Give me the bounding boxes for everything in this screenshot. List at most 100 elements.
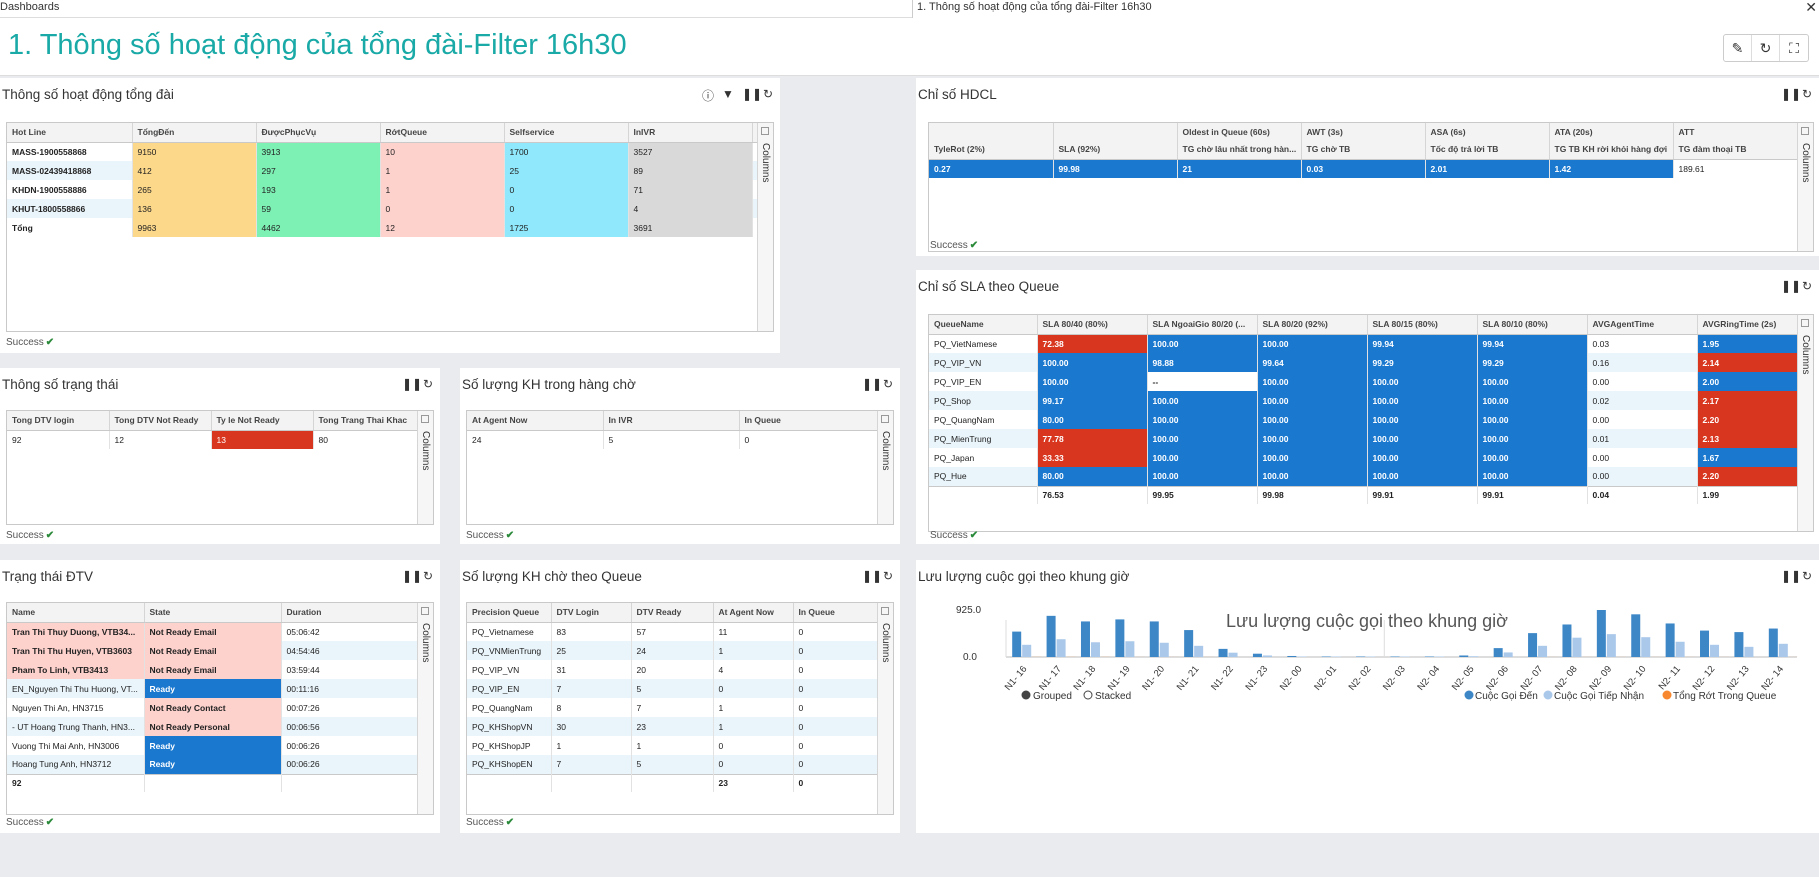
bar[interactable]	[1356, 656, 1366, 658]
bar[interactable]	[1022, 644, 1032, 657]
table-row[interactable]: PQ_VNMienTrung 25 24 1 0	[467, 641, 878, 660]
column-header[interactable]: DTV Login	[551, 603, 632, 623]
columns-toggle[interactable]: Columns	[1797, 315, 1813, 531]
table-row[interactable]: MASS-02439418868 412 297 1 25 89	[7, 161, 773, 180]
column-header[interactable]: TG chờ TB	[1301, 140, 1426, 160]
column-header[interactable]: AVGRingTime (2s)	[1697, 315, 1798, 335]
table-row[interactable]: 92 12 13 80	[7, 430, 418, 449]
legend-item[interactable]: Tổng Rớt Trong Queue	[1673, 690, 1777, 702]
column-header[interactable]: TổngĐến	[132, 123, 257, 143]
refresh-icon[interactable]: ↻	[882, 569, 894, 583]
bar[interactable]	[1768, 628, 1778, 657]
refresh-icon[interactable]: ↻	[422, 569, 434, 583]
bar[interactable]	[1459, 655, 1469, 657]
bar[interactable]	[1710, 644, 1720, 657]
bar[interactable]	[1228, 652, 1238, 657]
table-row[interactable]: PQ_KHShopJP 1 1 0 0	[467, 736, 878, 755]
bar[interactable]	[1778, 643, 1788, 657]
table-row[interactable]: PQ_KHShopVN 30 23 1 0	[467, 717, 878, 736]
table-row[interactable]: Vuong Thi Mai Anh, HN3006 Ready 00:06:26	[7, 736, 418, 755]
table-row[interactable]: PQ_Vietnamese 83 57 11 0	[467, 622, 878, 641]
column-header[interactable]: InIVR	[628, 123, 753, 143]
column-header[interactable]: Name	[7, 603, 145, 623]
pause-icon[interactable]: ❚❚	[402, 377, 422, 391]
table-row[interactable]: Tổng99634462121725369173	[7, 218, 773, 237]
column-header[interactable]: SLA NgoaiGio 80/20 (...	[1147, 315, 1258, 335]
bar[interactable]	[1194, 645, 1204, 657]
table-row[interactable]: Hoang Tung Anh, HN3712 Ready 00:06:26	[7, 755, 418, 774]
columns-toggle[interactable]: Columns	[877, 411, 893, 524]
column-header[interactable]: State	[144, 603, 282, 623]
bar[interactable]	[1606, 634, 1616, 657]
bar[interactable]	[1631, 614, 1641, 657]
column-header[interactable]: Selfservice	[504, 123, 629, 143]
column-header[interactable]: TG TB KH rời khỏi hàng đợi	[1549, 140, 1674, 160]
stacked-radio[interactable]	[1083, 690, 1093, 700]
pause-icon[interactable]: ❚❚	[1781, 87, 1801, 101]
column-header[interactable]: Tong DTV Not Ready	[109, 411, 212, 431]
bar[interactable]	[1046, 615, 1056, 657]
pause-icon[interactable]: ❚❚	[742, 87, 762, 104]
bar[interactable]	[1596, 610, 1606, 657]
pause-icon[interactable]: ❚❚	[402, 569, 422, 583]
table-row[interactable]: MASS-1900558868 9150 3913 10 1700 3527	[7, 142, 773, 161]
bar[interactable]	[1287, 655, 1297, 657]
bar[interactable]	[1493, 648, 1503, 657]
refresh-icon[interactable]: ↻	[1752, 35, 1780, 61]
column-header[interactable]: At Agent Now	[467, 411, 604, 431]
table-row[interactable]: Tran Thi Thu Huyen, VTB3603 Not Ready Ema…	[7, 641, 418, 660]
bar[interactable]	[1469, 656, 1479, 657]
refresh-icon[interactable]: ↻	[762, 87, 774, 104]
column-header[interactable]: Duration	[281, 603, 418, 623]
bar[interactable]	[1012, 631, 1022, 657]
table-row[interactable]: PQ_QuangNam 8 7 1 0	[467, 698, 878, 717]
refresh-icon[interactable]: ↻	[422, 377, 434, 391]
table-row[interactable]: PQ_QuangNam 80.00 100.00 100.00 100.00 100.00…	[929, 410, 1798, 429]
column-header[interactable]: RớtQueue	[380, 123, 505, 143]
bar[interactable]	[1252, 653, 1262, 657]
table-row[interactable]: PQ_VIP_EN 100.00 -- 100.00 100.00 100.00 0.00 2…	[929, 372, 1798, 391]
grouped-radio[interactable]	[1021, 690, 1031, 700]
table-row[interactable]: Tran Thi Thuy Duong, VTB34... Not Ready E…	[7, 622, 418, 641]
columns-toggle[interactable]: Columns	[1797, 123, 1813, 251]
bar[interactable]	[1434, 656, 1444, 658]
table-row[interactable]: KHUT-18005588661365900473	[7, 199, 773, 218]
column-header[interactable]: Tong Trang Thai Khac	[313, 411, 418, 431]
legend-item[interactable]: Cuộc Gọi Đến	[1475, 690, 1538, 702]
bar[interactable]	[1184, 630, 1194, 657]
bar[interactable]	[1700, 630, 1710, 657]
bar[interactable]	[1528, 633, 1538, 657]
bar[interactable]	[1125, 641, 1135, 657]
column-header[interactable]: ĐượcPhụcVụ	[256, 123, 381, 143]
column-header[interactable]: At Agent Now	[713, 603, 794, 623]
column-header[interactable]: Hot Line	[7, 123, 133, 143]
column-header[interactable]: Precision Queue	[467, 603, 552, 623]
bar[interactable]	[1218, 648, 1228, 657]
refresh-icon[interactable]: ↻	[1801, 279, 1813, 293]
column-header[interactable]: DTV Ready	[631, 603, 714, 623]
filter-icon[interactable]: ▼	[722, 87, 734, 104]
grouped-label[interactable]: Grouped	[1033, 691, 1072, 702]
table-row[interactable]: PQ_VIP_EN 7 5 0 0	[467, 679, 878, 698]
bar[interactable]	[1331, 656, 1341, 658]
breadcrumb[interactable]: Dashboards	[0, 1, 59, 13]
tab-dashboard[interactable]: 1. Thông số hoạt động của tổng đài-Filte…	[912, 0, 1819, 18]
refresh-icon[interactable]: ↻	[1801, 87, 1813, 101]
edit-icon[interactable]: ✎	[1724, 35, 1752, 61]
bar[interactable]	[1159, 642, 1169, 657]
info-icon[interactable]: ⓘ	[702, 87, 714, 104]
table-row[interactable]: Nguyen Thi An, HN3715 Not Ready Contact 00…	[7, 698, 418, 717]
bar[interactable]	[1538, 645, 1548, 657]
column-header[interactable]: AVGAgentTime	[1587, 315, 1698, 335]
table-row[interactable]: PQ_Shop 99.17 100.00 100.00 100.00 100.00 0.02…	[929, 391, 1798, 410]
bar[interactable]	[1115, 619, 1125, 657]
columns-toggle[interactable]: Columns	[757, 123, 773, 331]
bar[interactable]	[1080, 621, 1090, 657]
bar[interactable]	[1321, 656, 1331, 658]
table-row[interactable]: PQ_VIP_VN 31 20 4 0	[467, 660, 878, 679]
fullscreen-icon[interactable]: ⛶	[1780, 35, 1808, 61]
table-row[interactable]: KHDN-1900558886 265 193 1 0 71	[7, 180, 773, 199]
columns-toggle[interactable]: Columns	[877, 603, 893, 814]
close-icon[interactable]: ✕	[1805, 0, 1817, 16]
column-header[interactable]: SLA 80/40 (80%)	[1037, 315, 1148, 335]
